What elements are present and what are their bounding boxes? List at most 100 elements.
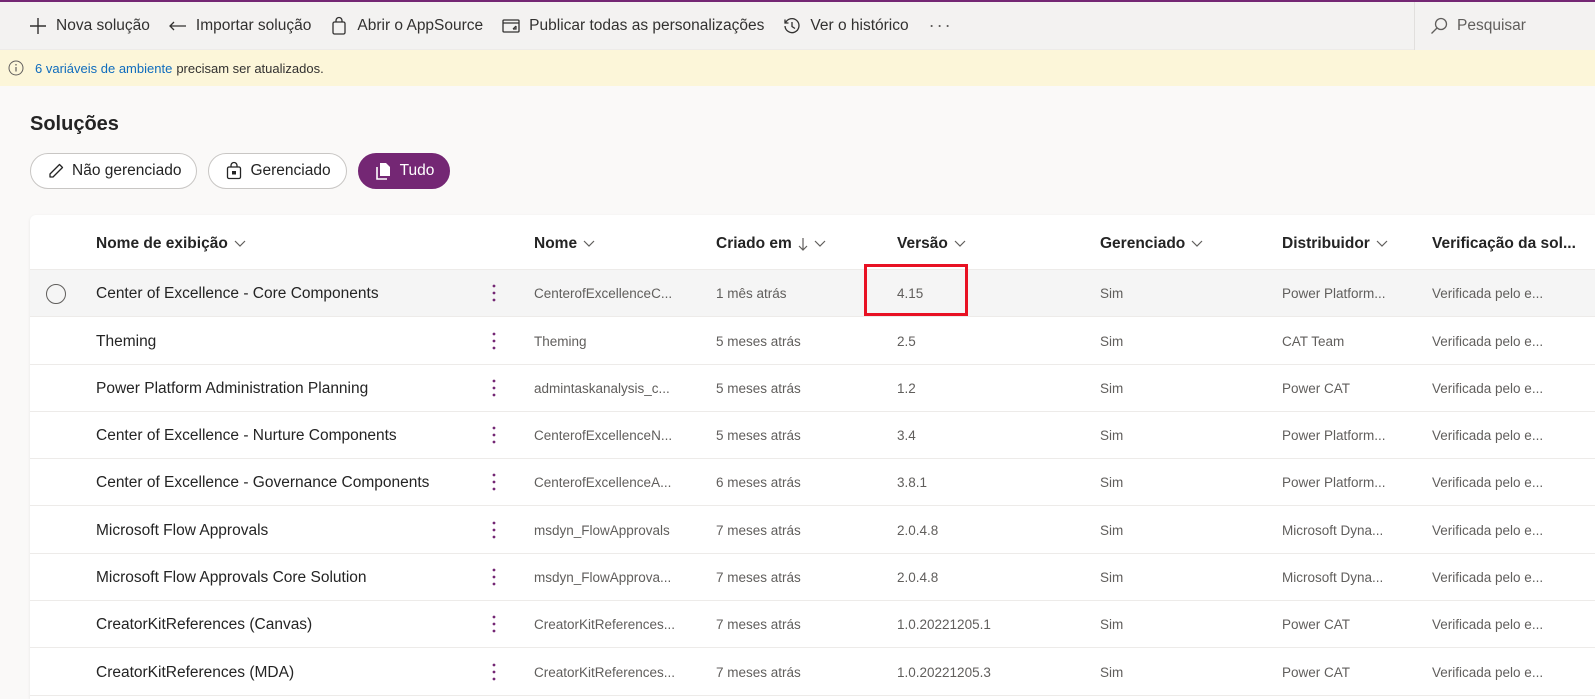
col-display-name-label: Nome de exibição	[96, 235, 228, 252]
col-created[interactable]: Criado em	[716, 235, 826, 253]
arrow-left-icon	[169, 21, 186, 30]
shopping-bag-icon	[332, 16, 347, 35]
cell-display-name[interactable]: Center of Excellence - Nurture Component…	[96, 412, 476, 459]
view-history-button[interactable]: Ver o histórico	[772, 2, 916, 50]
col-managed-label: Gerenciado	[1100, 235, 1186, 252]
more-actions-icon[interactable]	[488, 612, 500, 636]
publish-all-button[interactable]: Publicar todas as personalizações	[491, 2, 772, 50]
banner-text: precisam ser atualizados.	[176, 60, 324, 76]
pencil-icon	[49, 163, 64, 178]
table-row[interactable]: CreatorKitReferences (MDA) CreatorKitRefe…	[30, 649, 1595, 696]
col-name[interactable]: Nome	[534, 235, 595, 253]
cell-managed: Sim	[1100, 570, 1124, 585]
filter-all-label: Tudo	[399, 162, 435, 179]
cell-solution-check: Verificada pelo e...	[1432, 381, 1544, 396]
cell-solution-check: Verificada pelo e...	[1432, 334, 1544, 349]
more-actions-icon[interactable]	[488, 423, 500, 447]
filter-all[interactable]: Tudo	[357, 153, 451, 189]
col-name-label: Nome	[534, 235, 578, 252]
cell-publisher: CAT Team	[1282, 334, 1345, 349]
table-row[interactable]: Center of Excellence - Governance Compon…	[30, 459, 1595, 506]
col-publisher[interactable]: Distribuidor	[1282, 235, 1388, 253]
cell-solution-check: Verificada pelo e...	[1432, 428, 1544, 443]
col-managed[interactable]: Gerenciado	[1100, 235, 1203, 253]
cell-publisher: Power CAT	[1282, 617, 1351, 632]
filter-pills: Não gerenciado Gerenciado Tudo	[30, 153, 451, 189]
col-solution-check[interactable]: Verificação da sol...	[1432, 235, 1576, 253]
cell-display-name[interactable]: Power Platform Administration Planning	[96, 365, 476, 412]
cell-solution-check: Verificada pelo e...	[1432, 570, 1544, 585]
chevron-down-icon	[583, 240, 595, 247]
cell-version: 1.2	[897, 381, 916, 396]
more-actions-icon[interactable]	[488, 281, 500, 305]
cell-version: 1.0.20221205.1	[897, 617, 991, 632]
cell-display-name[interactable]: CreatorKitReferences (MDA)	[96, 649, 476, 696]
cell-version: 1.0.20221205.3	[897, 665, 991, 680]
cell-created: 7 meses atrás	[716, 523, 801, 538]
filter-unmanaged-label: Não gerenciado	[72, 162, 182, 179]
more-actions-icon[interactable]	[488, 565, 500, 589]
col-solution-check-label: Verificação da sol...	[1432, 235, 1576, 252]
table-row[interactable]: Theming Theming 5 meses atrás 2.5 Sim CAT Tea…	[30, 318, 1595, 365]
cell-display-name[interactable]: Microsoft Flow Approvals Core Solution	[96, 554, 476, 601]
new-solution-label: Nova solução	[56, 16, 150, 34]
cell-created: 7 meses atrás	[716, 570, 801, 585]
more-actions-icon[interactable]	[488, 518, 500, 542]
cell-name: CreatorKitReferences...	[534, 665, 676, 680]
cell-solution-check: Verificada pelo e...	[1432, 286, 1544, 301]
filter-managed[interactable]: Gerenciado	[208, 153, 347, 189]
table-row[interactable]: Center of Excellence - Nurture Component…	[30, 412, 1595, 459]
cell-publisher: Power CAT	[1282, 381, 1351, 396]
chevron-down-icon	[234, 240, 246, 247]
more-actions-icon[interactable]	[488, 329, 500, 353]
col-display-name[interactable]: Nome de exibição	[96, 235, 246, 253]
table-row[interactable]: Power Platform Administration Planning ad…	[30, 365, 1595, 412]
cell-publisher: Microsoft Dyna...	[1282, 523, 1384, 538]
cell-solution-check: Verificada pelo e...	[1432, 665, 1544, 680]
cell-managed: Sim	[1100, 475, 1124, 490]
chevron-down-icon	[1191, 240, 1203, 247]
row-select-radio[interactable]	[46, 284, 66, 304]
command-bar: Nova solução Importar solução Abrir o Ap…	[0, 2, 1595, 50]
cell-version: 2.5	[897, 334, 916, 349]
view-history-label: Ver o histórico	[810, 16, 909, 34]
cell-name: CreatorKitReferences...	[534, 617, 676, 632]
cell-display-name[interactable]: Microsoft Flow Approvals	[96, 507, 476, 554]
env-variables-link[interactable]: 6 variáveis de ambiente	[35, 61, 172, 76]
import-solution-label: Importar solução	[195, 16, 312, 34]
more-actions-icon[interactable]	[488, 660, 500, 684]
cell-managed: Sim	[1100, 286, 1124, 301]
new-solution-button[interactable]: Nova solução	[0, 2, 158, 50]
table-row[interactable]: CreatorKitReferences (Canvas) CreatorKitR…	[30, 601, 1595, 648]
col-version[interactable]: Versão	[897, 235, 966, 253]
cell-created: 5 meses atrás	[716, 381, 801, 396]
cell-version: 3.4	[897, 428, 916, 443]
table-row[interactable]: Microsoft Flow Approvals msdyn_FlowApprov…	[30, 507, 1595, 554]
cell-display-name[interactable]: Center of Excellence - Core Components	[96, 270, 476, 317]
cell-name: CenterofExcellenceC...	[534, 286, 673, 301]
cell-publisher: Power Platform...	[1282, 475, 1386, 490]
filter-unmanaged[interactable]: Não gerenciado	[30, 153, 198, 189]
cell-publisher: Power CAT	[1282, 665, 1351, 680]
cell-name: msdyn_FlowApprova...	[534, 570, 672, 585]
table-row[interactable]: Center of Excellence - Core Components Ce…	[30, 270, 1595, 317]
more-actions-icon[interactable]	[488, 376, 500, 400]
table-row[interactable]: Microsoft Flow Approvals Core Solution ms…	[30, 554, 1595, 601]
history-icon	[784, 17, 801, 33]
cell-version: 2.0.4.8	[897, 570, 939, 585]
more-commands-button[interactable]: ···	[917, 2, 965, 50]
more-actions-icon[interactable]	[488, 470, 500, 494]
cell-solution-check: Verificada pelo e...	[1432, 617, 1544, 632]
chevron-down-icon	[814, 240, 826, 247]
cell-display-name[interactable]: Center of Excellence - Governance Compon…	[96, 459, 476, 506]
env-variables-banner: 6 variáveis de ambiente precisam ser atu…	[0, 50, 1595, 86]
cell-display-name[interactable]: CreatorKitReferences (Canvas)	[96, 601, 476, 648]
import-solution-button[interactable]: Importar solução	[158, 2, 319, 50]
cell-name: admintaskanalysis_c...	[534, 381, 670, 396]
arrow-down-icon	[798, 238, 808, 251]
documents-icon	[375, 163, 390, 180]
open-appsource-button[interactable]: Abrir o AppSource	[319, 2, 491, 50]
page-title: Soluções	[30, 113, 119, 135]
cell-display-name[interactable]: Theming	[96, 318, 476, 365]
search-box[interactable]: Pesquisar	[1414, 2, 1595, 50]
